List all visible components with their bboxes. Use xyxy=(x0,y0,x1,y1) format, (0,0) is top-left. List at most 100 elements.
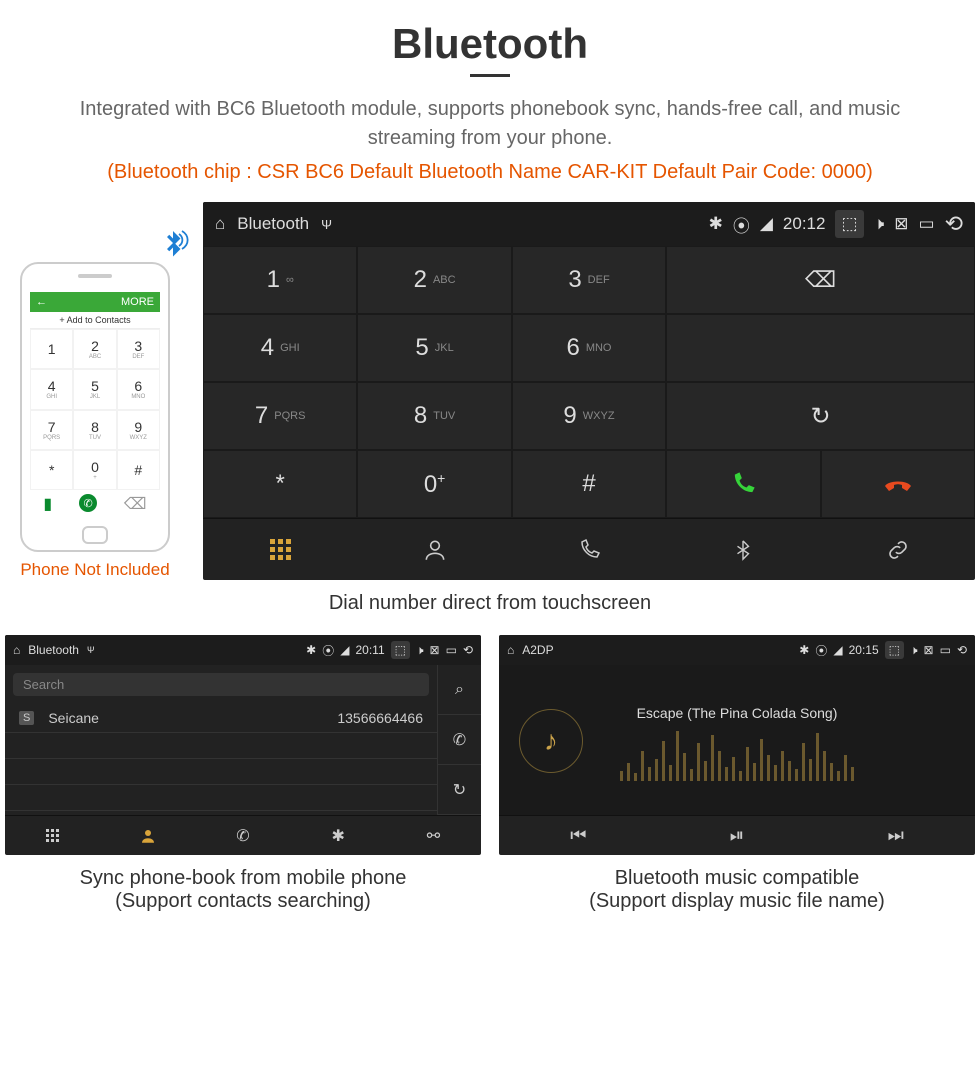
bluetooth-tab[interactable] xyxy=(666,518,820,580)
empty-rows xyxy=(5,733,437,811)
phone-keypad: 12ABC3DEF4GHI5JKL6MNO7PQRS8TUV9WXYZ*0+# xyxy=(30,329,160,490)
video-icon: ▮ xyxy=(43,494,52,514)
home-icon[interactable]: ⌂ xyxy=(215,214,225,234)
recent-icon[interactable]: ▭ xyxy=(919,214,935,234)
call-log-tab[interactable] xyxy=(512,518,666,580)
dial-key-1[interactable]: 1∞ xyxy=(203,246,357,314)
prev-track-button[interactable]: ⏮ xyxy=(499,815,658,855)
home-icon[interactable]: ⌂ xyxy=(507,643,514,657)
contacts-side-icons: ⌕ ✆ ↻ xyxy=(437,665,481,815)
close-icon[interactable]: ⊠ xyxy=(430,643,440,657)
phone-add-contacts: + Add to Contacts xyxy=(30,312,160,329)
status-time: 20:12 xyxy=(783,214,826,234)
call-icon[interactable]: ✆ xyxy=(437,715,481,765)
phone-key-2: 2ABC xyxy=(73,329,116,369)
dial-key-#[interactable]: # xyxy=(512,450,666,518)
pair-tab[interactable]: ⚯ xyxy=(386,815,481,855)
location-icon: ⦿ xyxy=(815,642,827,659)
phone-bottom-bar: ▮ ✆ ⌫ xyxy=(30,490,160,518)
status-time: 20:11 xyxy=(355,643,384,657)
volume-icon[interactable]: 🕨 xyxy=(874,214,885,234)
contact-row[interactable]: S Seicane 13566664466 xyxy=(5,704,437,733)
close-icon[interactable]: ⊠ xyxy=(924,643,934,657)
dial-key-9[interactable]: 9WXYZ xyxy=(512,382,666,450)
dial-key-8[interactable]: 8TUV xyxy=(357,382,511,450)
bluetooth-tab[interactable]: ✱ xyxy=(291,815,386,855)
recent-icon[interactable]: ▭ xyxy=(940,643,951,657)
dial-key-7[interactable]: 7PQRS xyxy=(203,382,357,450)
wifi-icon: ◢ xyxy=(760,214,773,234)
back-icon[interactable]: ⟲ xyxy=(463,643,473,657)
phone-key-7: 7PQRS xyxy=(30,410,73,450)
contacts-tab[interactable] xyxy=(357,518,511,580)
spec-line: (Bluetooth chip : CSR BC6 Default Blueto… xyxy=(5,161,975,184)
contacts-bottom-tabs: ✆ ✱ ⚯ xyxy=(5,815,481,855)
music-status-bar: ⌂ A2DP ✱ ⦿ ◢ 20:15 ⬚ 🕨 ⊠ ▭ ⟲ xyxy=(499,635,975,665)
contacts-panel: ⌂ Bluetooth Ψ ✱ ⦿ ◢ 20:11 ⬚ 🕨 ⊠ ▭ ⟲ xyxy=(5,635,481,855)
contact-badge: S xyxy=(19,711,34,725)
back-icon[interactable]: ⟲ xyxy=(957,643,967,657)
phone-more-label: MORE xyxy=(121,296,154,308)
contact-number: 13566664466 xyxy=(337,710,423,726)
dial-key-0[interactable]: 0+ xyxy=(357,450,511,518)
camera-icon[interactable]: ⬚ xyxy=(391,641,410,659)
status-title: Bluetooth xyxy=(237,214,309,234)
phone-mockup-column: ← MORE + Add to Contacts 12ABC3DEF4GHI5J… xyxy=(5,262,185,580)
music-controls: ⏮ ⏯ ⏭ xyxy=(499,815,975,855)
phone-key-8: 8TUV xyxy=(73,410,116,450)
phone-note: Phone Not Included xyxy=(5,560,185,580)
dialer-panel: ⌂ Bluetooth Ψ ✱ ⦿ ◢ 20:12 ⬚ 🕨 ⊠ ▭ ⟲ 1∞2A… xyxy=(203,202,975,580)
dial-key-4[interactable]: 4GHI xyxy=(203,314,357,382)
phone-key-#: # xyxy=(117,450,160,490)
dial-key-2[interactable]: 2ABC xyxy=(357,246,511,314)
status-time: 20:15 xyxy=(849,643,879,657)
contacts-tab[interactable] xyxy=(100,815,195,855)
wifi-icon: ◢ xyxy=(833,643,842,657)
phone-key-3: 3DEF xyxy=(117,329,160,369)
pair-tab[interactable] xyxy=(821,518,975,580)
phone-back-icon: ← xyxy=(36,296,47,308)
dial-key-*[interactable]: * xyxy=(203,450,357,518)
refresh-icon[interactable]: ↻ xyxy=(437,765,481,815)
end-call-button[interactable] xyxy=(821,450,975,518)
close-icon[interactable]: ⊠ xyxy=(894,214,908,234)
next-track-button[interactable]: ⏭ xyxy=(816,815,975,855)
phone-key-*: * xyxy=(30,450,73,490)
redial-button[interactable]: ↻ xyxy=(666,382,975,450)
keypad-tab[interactable] xyxy=(203,518,357,580)
dial-key-3[interactable]: 3DEF xyxy=(512,246,666,314)
dial-key-6[interactable]: 6MNO xyxy=(512,314,666,382)
backspace-button[interactable]: ⌫ xyxy=(666,246,975,314)
location-icon: ⦿ xyxy=(322,642,334,659)
phone-key-5: 5JKL xyxy=(73,369,116,409)
music-panel: ⌂ A2DP ✱ ⦿ ◢ 20:15 ⬚ 🕨 ⊠ ▭ ⟲ ♪ Escape (T… xyxy=(499,635,975,855)
dialer-caption: Dial number direct from touchscreen xyxy=(5,592,975,615)
phone-key-6: 6MNO xyxy=(117,369,160,409)
home-icon[interactable]: ⌂ xyxy=(13,643,20,657)
volume-icon[interactable]: 🕨 xyxy=(910,643,918,658)
wifi-icon: ◢ xyxy=(340,643,349,657)
contacts-caption: Sync phone-book from mobile phone(Suppor… xyxy=(5,867,481,913)
empty-cell xyxy=(666,314,975,382)
camera-icon[interactable]: ⬚ xyxy=(885,641,904,659)
recent-icon[interactable]: ▭ xyxy=(446,643,457,657)
dialer-grid: 1∞2ABC3DEF⌫ 4GHI5JKL6MNO 7PQRS8TUV9WXYZ↻ *0… xyxy=(203,246,975,518)
phone-top-bar: ← MORE xyxy=(30,292,160,312)
call-button[interactable] xyxy=(666,450,820,518)
search-input[interactable]: Search xyxy=(13,673,429,696)
camera-icon[interactable]: ⬚ xyxy=(835,210,863,238)
call-log-tab[interactable]: ✆ xyxy=(195,815,290,855)
music-body: ♪ Escape (The Pina Colada Song) xyxy=(499,665,975,815)
volume-icon[interactable]: 🕨 xyxy=(416,643,424,658)
music-caption: Bluetooth music compatible(Support displ… xyxy=(499,867,975,913)
equalizer xyxy=(620,721,854,781)
dial-icon: ✆ xyxy=(79,494,97,512)
play-pause-button[interactable]: ⏯ xyxy=(658,815,817,855)
dial-key-5[interactable]: 5JKL xyxy=(357,314,511,382)
keypad-tab[interactable] xyxy=(5,815,100,855)
search-icon[interactable]: ⌕ xyxy=(437,665,481,715)
music-note-icon: ♪ xyxy=(519,709,583,773)
status-title: Bluetooth xyxy=(28,643,79,657)
dialer-bottom-tabs xyxy=(203,518,975,580)
back-icon[interactable]: ⟲ xyxy=(945,211,963,237)
